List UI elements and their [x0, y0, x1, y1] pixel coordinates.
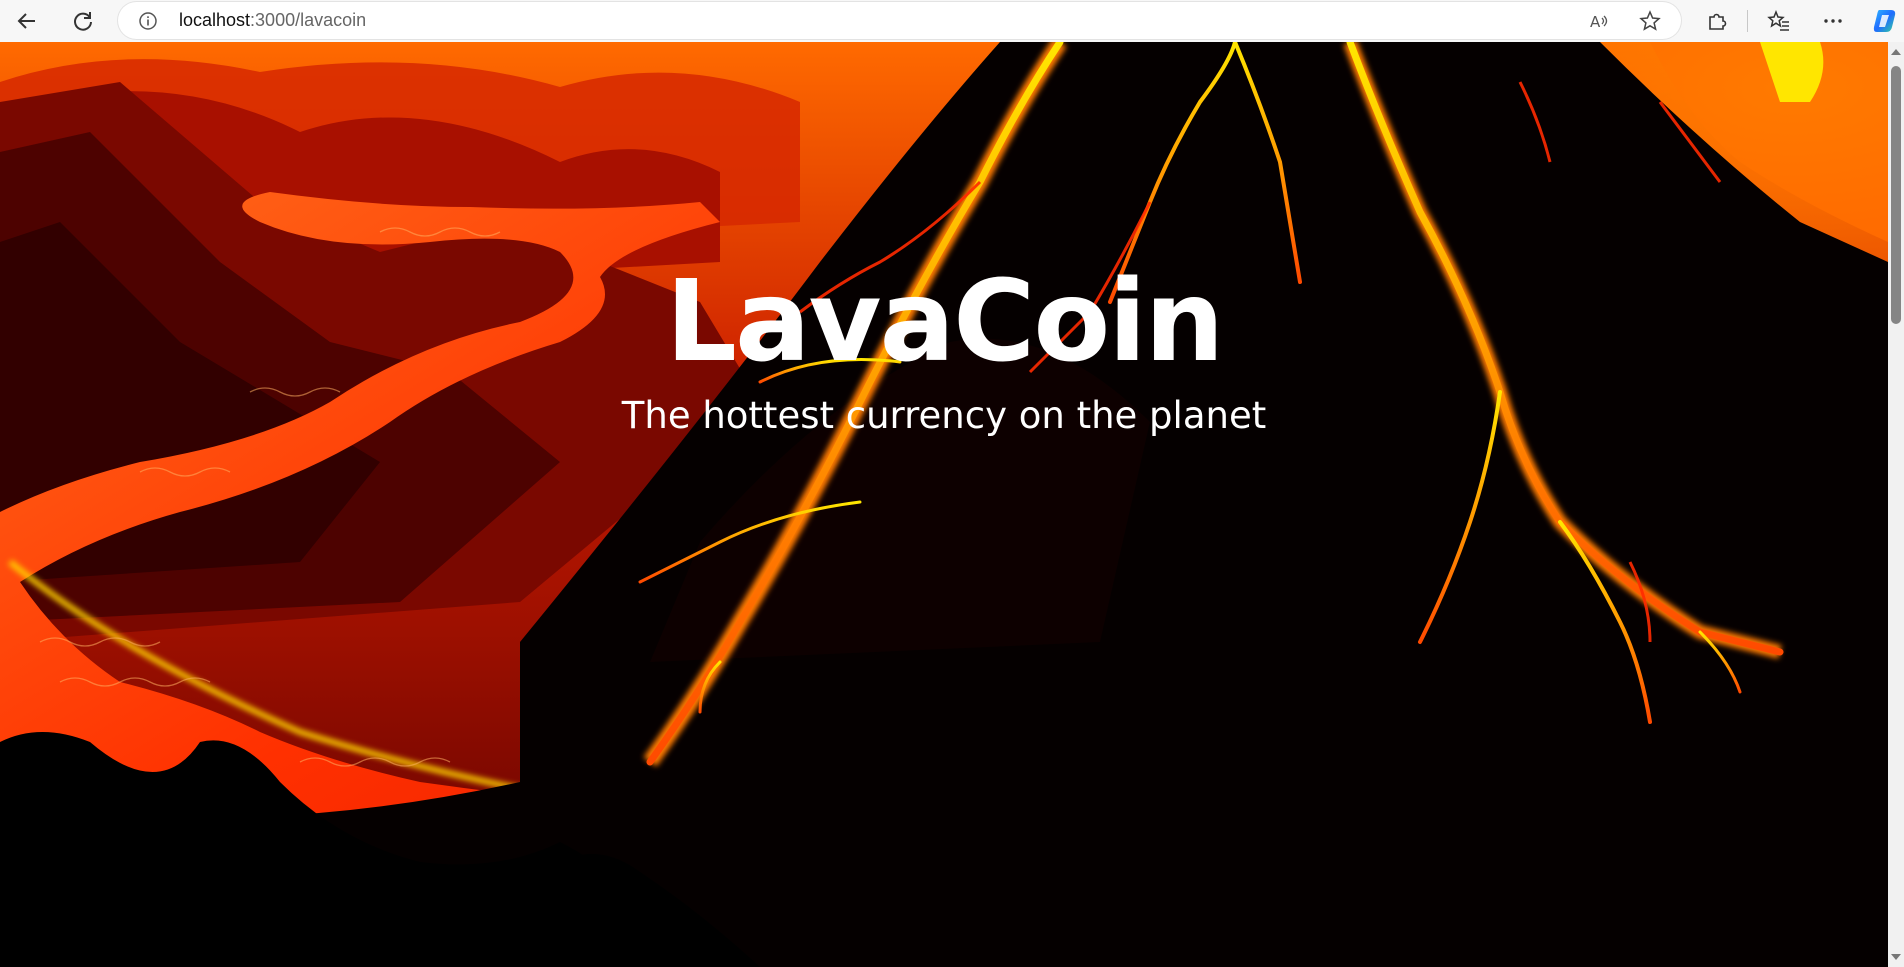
url-host: localhost	[179, 10, 251, 30]
refresh-button[interactable]	[66, 4, 100, 38]
read-aloud-icon[interactable]: A	[1586, 8, 1612, 34]
copilot-icon	[1873, 10, 1896, 32]
address-bar[interactable]: localhost:3000/lavacoin A	[118, 2, 1681, 39]
scroll-up-arrow-icon[interactable]	[1891, 49, 1901, 55]
copilot-button[interactable]	[1868, 4, 1902, 38]
scroll-down-arrow-icon[interactable]	[1891, 954, 1901, 960]
favorites-button[interactable]	[1762, 4, 1796, 38]
hero-title: LavaCoin	[665, 257, 1225, 387]
refresh-icon	[74, 12, 92, 31]
hero-subtitle: The hottest currency on the planet	[621, 394, 1267, 437]
volcano-background-image	[0, 42, 1888, 967]
puzzle-icon	[1709, 13, 1727, 30]
favorites-list-icon	[1767, 10, 1789, 31]
scroll-thumb[interactable]	[1891, 66, 1901, 324]
extensions-button[interactable]	[1700, 4, 1734, 38]
vertical-scrollbar[interactable]	[1888, 42, 1904, 967]
more-dots-icon	[1824, 19, 1842, 23]
url-path: :3000/lavacoin	[250, 10, 367, 30]
url-text[interactable]: localhost:3000/lavacoin	[179, 9, 366, 31]
back-arrow-icon	[17, 13, 35, 29]
more-menu-button[interactable]	[1816, 4, 1850, 38]
browser-toolbar: localhost:3000/lavacoin A	[0, 0, 1904, 42]
back-button[interactable]	[10, 4, 44, 38]
toolbar-separator	[1747, 10, 1748, 32]
svg-text:A: A	[1590, 13, 1601, 31]
page-viewport: LavaCoin The hottest currency on the pla…	[0, 42, 1888, 967]
site-info-icon[interactable]	[138, 11, 158, 31]
favorite-star-icon[interactable]	[1637, 8, 1663, 34]
